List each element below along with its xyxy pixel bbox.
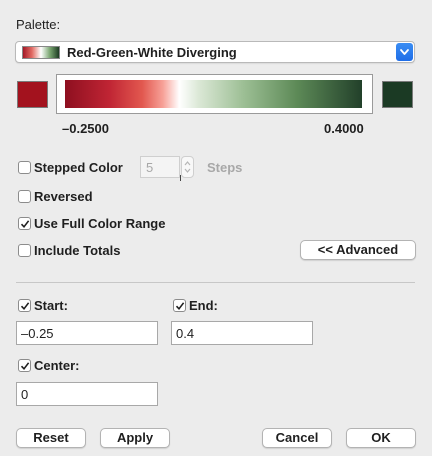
- start-field[interactable]: –0.25: [16, 321, 158, 345]
- range-min-label: –0.2500: [62, 121, 109, 136]
- start-label: Start:: [34, 298, 68, 313]
- min-color-swatch[interactable]: [17, 81, 48, 108]
- end-checkbox[interactable]: [173, 299, 186, 312]
- palette-label: Palette:: [16, 17, 61, 32]
- palette-select-value: Red-Green-White Diverging: [67, 45, 237, 60]
- range-max-label: 0.4000: [324, 121, 364, 136]
- checkmark-icon: [20, 362, 30, 371]
- center-field[interactable]: 0: [16, 382, 158, 406]
- center-checkbox[interactable]: [18, 359, 31, 372]
- end-value: 0.4: [176, 326, 195, 341]
- reversed-checkbox[interactable]: [18, 190, 31, 203]
- stepped-color-label: Stepped Color: [34, 160, 123, 175]
- section-divider: [16, 282, 415, 283]
- end-field[interactable]: 0.4: [171, 321, 313, 345]
- advanced-button[interactable]: << Advanced: [300, 240, 416, 260]
- include-totals-label: Include Totals: [34, 243, 121, 258]
- palette-preview-icon: [22, 46, 60, 59]
- end-label: End:: [189, 298, 218, 313]
- start-checkbox[interactable]: [18, 299, 31, 312]
- stepped-color-checkbox[interactable]: [18, 161, 31, 174]
- chevron-down-icon[interactable]: [396, 43, 413, 61]
- use-full-color-range-label: Use Full Color Range: [34, 216, 166, 231]
- steps-input[interactable]: 5: [140, 156, 180, 178]
- checkmark-icon: [175, 302, 185, 311]
- checkmark-icon: [20, 220, 30, 229]
- max-color-swatch[interactable]: [382, 81, 413, 108]
- ok-button[interactable]: OK: [346, 428, 416, 448]
- apply-button[interactable]: Apply: [100, 428, 170, 448]
- center-label: Center:: [34, 358, 80, 373]
- palette-select[interactable]: Red-Green-White Diverging: [15, 41, 415, 63]
- start-value: –0.25: [21, 326, 54, 341]
- steps-stepper[interactable]: [181, 156, 194, 178]
- gradient-bar: [65, 80, 362, 108]
- center-value: 0: [21, 387, 29, 402]
- steps-label: Steps: [207, 160, 243, 175]
- color-gradient: [56, 74, 373, 181]
- steps-value: 5: [146, 160, 154, 175]
- use-full-color-range-checkbox[interactable]: [18, 217, 31, 230]
- include-totals-checkbox[interactable]: [18, 244, 31, 257]
- cancel-button[interactable]: Cancel: [262, 428, 332, 448]
- checkmark-icon: [20, 302, 30, 311]
- reversed-label: Reversed: [34, 189, 93, 204]
- reset-button[interactable]: Reset: [16, 428, 86, 448]
